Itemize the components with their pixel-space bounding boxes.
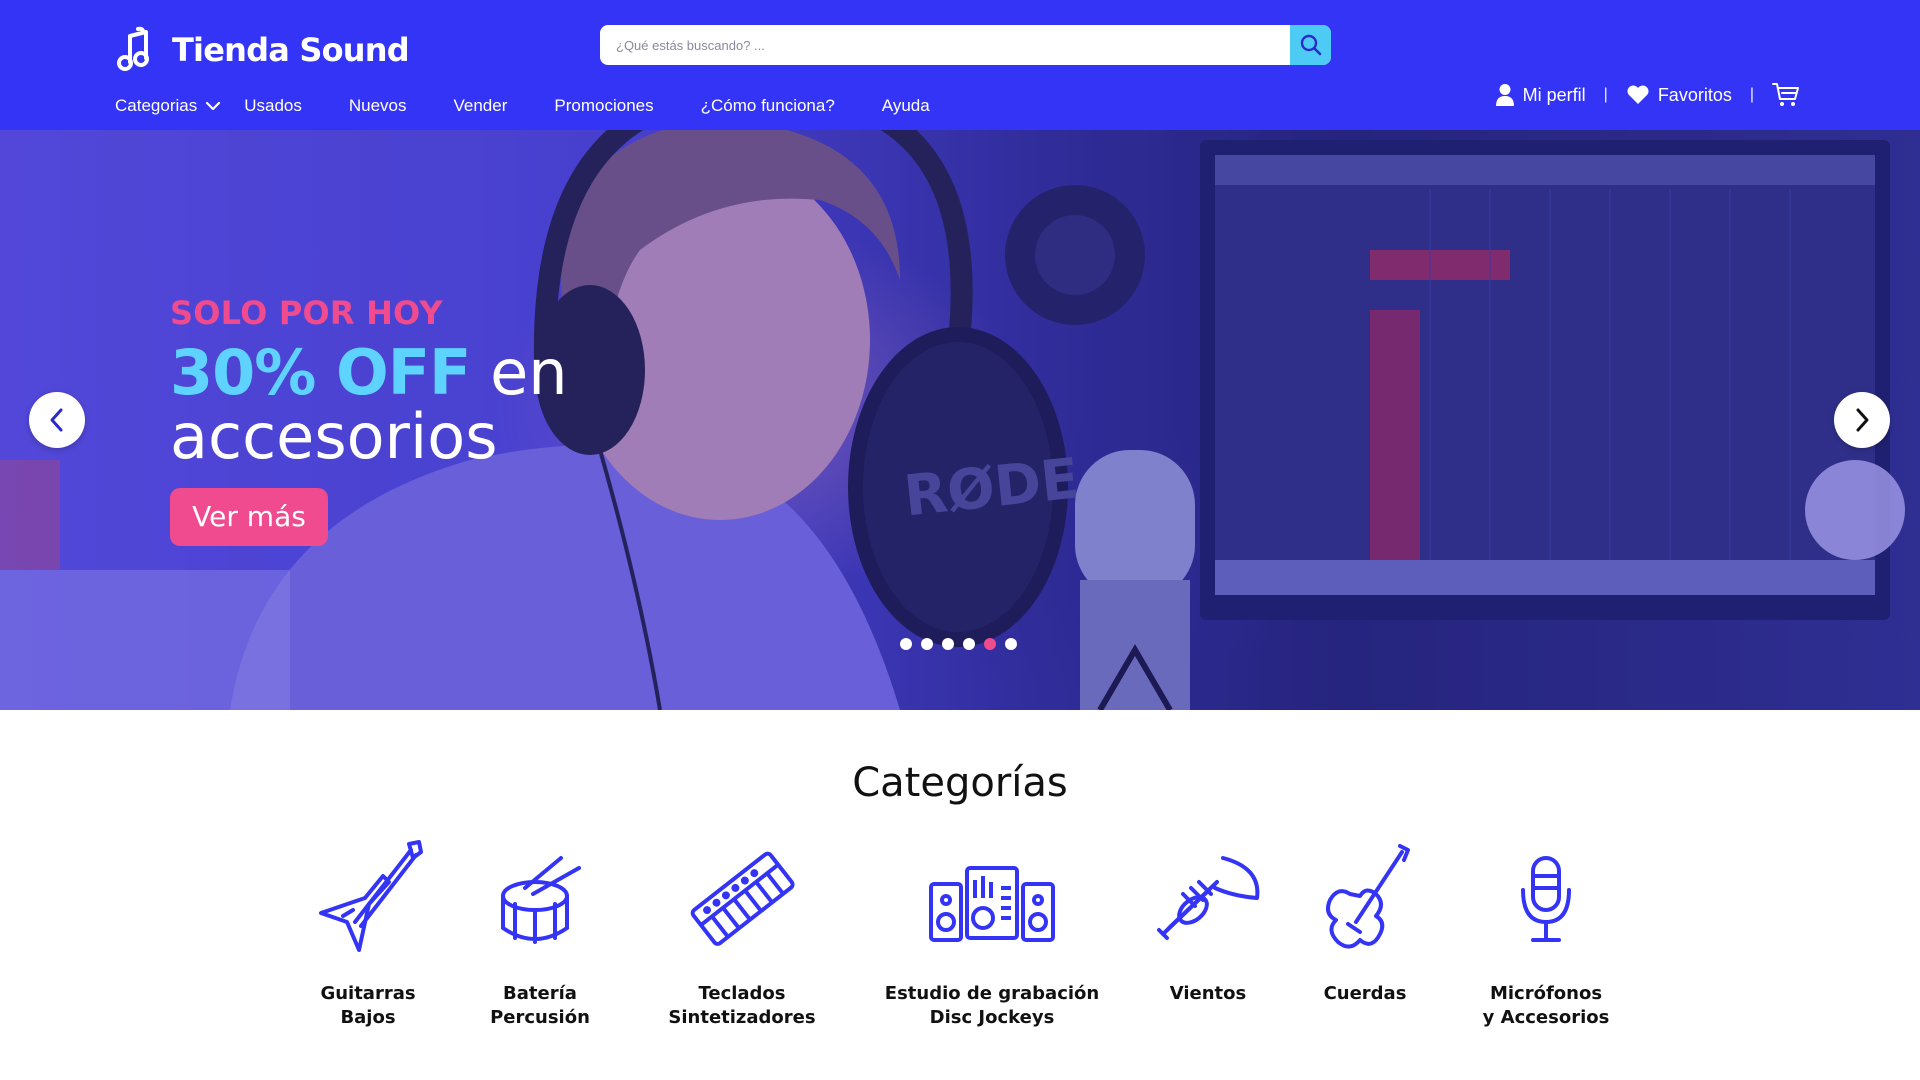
separator: | [1603,86,1608,103]
hero-headline-rest: en [470,336,568,409]
nav-vender[interactable]: Vender [454,96,508,116]
hero-discount: 30% OFF [170,336,471,409]
cart-link[interactable] [1772,82,1800,108]
hero-promo: SOLO POR HOY 30% OFF en accesorios Ver m… [170,294,568,546]
carousel-dot[interactable] [921,638,933,650]
keyboard-icon [690,851,795,946]
category-guitarras[interactable]: Guitarras Bajos [306,838,430,1030]
category-label: Guitarras Bajos [320,983,416,1028]
chevron-right-icon [1856,408,1869,432]
search-button[interactable] [1290,25,1331,65]
carousel-dot[interactable] [963,638,975,650]
separator: | [1749,86,1754,103]
logo[interactable]: Tienda Sound [116,26,410,74]
cart-icon [1772,83,1799,106]
studio-speakers-icon [929,866,1055,942]
category-label: Batería Percusión [490,983,590,1028]
category-teclados[interactable]: Teclados Sintetizadores [662,838,822,1030]
nav-como-funciona[interactable]: ¿Cómo funciona? [701,96,835,116]
category-label: Cuerdas [1323,983,1407,1004]
category-cuerdas[interactable]: Cuerdas [1310,838,1420,1006]
chevron-left-icon [50,408,63,432]
site-header: Tienda Sound Categorias Usados Nuevos Ve… [0,0,1920,130]
chevron-down-icon [206,101,221,111]
search-bar [600,25,1331,65]
search-input[interactable] [600,25,1290,65]
carousel-dots [900,638,1017,650]
carousel-dot[interactable] [942,638,954,650]
category-label: Micrófonos y Accesorios [1482,983,1610,1028]
profile-link[interactable]: Mi perfil [1495,83,1586,107]
carousel-dot[interactable] [1005,638,1017,650]
profile-label: Mi perfil [1522,84,1586,105]
violin-icon [1326,844,1410,949]
hero-headline-line2: accesorios [170,400,498,473]
hero-eyebrow: SOLO POR HOY [170,294,443,332]
favorites-link[interactable]: Favoritos [1626,85,1732,106]
nav-categorias-label: Categorias [115,96,198,115]
main-nav: Categorias Usados Nuevos Vender Promocio… [115,96,930,116]
nav-categorias[interactable]: Categorias [115,96,221,116]
drum-icon [501,856,581,944]
ver-mas-button[interactable]: Ver más [170,488,328,546]
brand-name: Tienda Sound [172,31,410,69]
nav-ayuda[interactable]: Ayuda [882,96,930,116]
category-estudio[interactable]: Estudio de grabación Disc Jockeys [885,838,1099,1030]
heart-icon [1627,85,1649,104]
carousel-dot[interactable] [984,638,996,650]
trumpet-icon [1157,856,1260,940]
user-links: Mi perfil | Favoritos | [1495,82,1800,108]
category-bateria[interactable]: Batería Percusión [480,838,600,1030]
category-label: Estudio de grabación Disc Jockeys [884,983,1100,1028]
category-vientos[interactable]: Vientos [1157,838,1260,1006]
category-microfonos[interactable]: Micrófonos y Accesorios [1482,838,1610,1030]
hero-banner: RØDE SOLO POR HOY 30% OFF en accesorios … [0,130,1920,710]
carousel-prev-button[interactable] [29,392,85,448]
category-label: Teclados Sintetizadores [668,983,816,1028]
carousel-next-button[interactable] [1834,392,1890,448]
favorites-label: Favoritos [1657,84,1732,105]
hero-headline-line1: 30% OFF en [170,342,568,404]
categories-title: Categorías [852,760,1068,806]
search-icon [1300,34,1321,56]
nav-promociones[interactable]: Promociones [554,96,653,116]
category-label: Vientos [1169,983,1247,1004]
music-note-logo-icon [117,26,149,71]
nav-nuevos[interactable]: Nuevos [349,96,407,116]
guitar-icon [319,840,423,952]
nav-usados[interactable]: Usados [244,96,302,116]
user-icon [1495,84,1514,106]
carousel-dot[interactable] [900,638,912,650]
microphone-icon [1521,856,1571,942]
